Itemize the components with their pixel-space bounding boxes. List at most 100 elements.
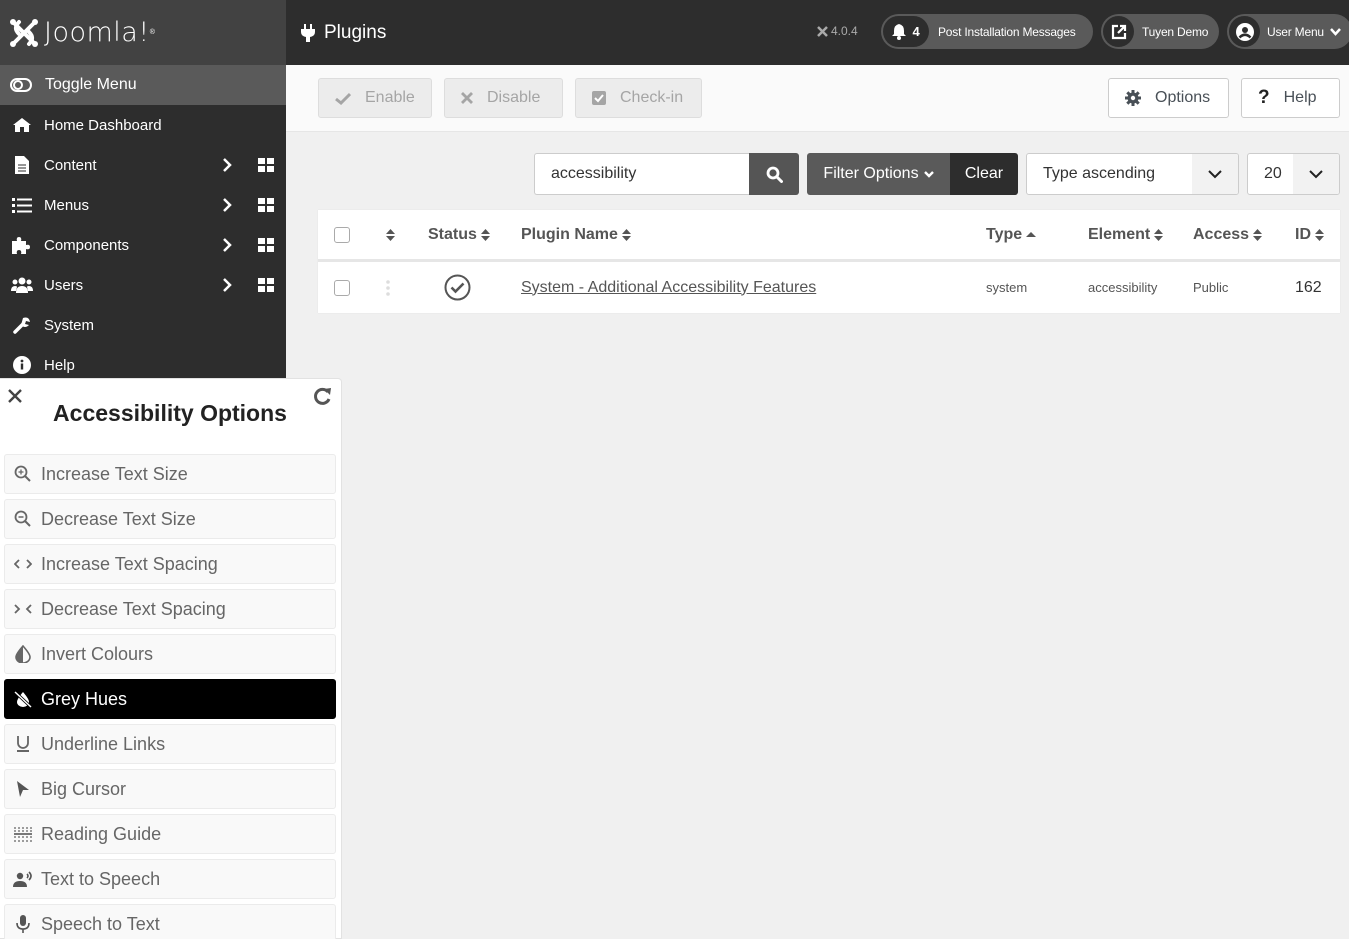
item-label: Big Cursor [41,778,127,799]
disable-button[interactable]: Disable [444,78,563,118]
grey-hues-button[interactable]: Grey Hues [4,679,336,719]
microphone-icon [5,915,41,933]
ellipsis-vertical-icon [386,279,390,296]
item-label: Increase Text Spacing [41,553,218,574]
toolbar: Enable Disable Check-in Options ? Help [286,65,1349,132]
column-label: Element [1088,225,1151,243]
text-to-speech-button[interactable]: Text to Speech [4,859,336,899]
enable-button[interactable]: Enable [318,78,432,118]
sidebar-item-label: System [44,316,95,334]
sidebar-item-users[interactable]: Users [0,265,286,305]
invert-colours-button[interactable]: Invert Colours [4,634,336,674]
plugin-name-link[interactable]: System - Additional Accessibility Featur… [521,279,816,297]
page-title: Plugins [301,22,386,44]
dashboard-grid-icon[interactable] [258,158,274,176]
select-all-checkbox[interactable] [334,226,350,243]
external-link-icon [1111,24,1126,39]
joomla-logo-icon [10,18,38,47]
item-label: Underline Links [41,733,166,754]
column-type[interactable]: Type [986,210,1037,259]
filter-options-label: Filter Options [823,165,919,182]
spacing-increase-icon [5,559,41,569]
chevron-down-icon [1329,27,1341,36]
column-element[interactable]: Element [1088,210,1164,259]
drag-handle[interactable] [386,262,390,313]
id-cell: 162 [1295,278,1322,296]
select-all-cell [334,210,350,259]
column-label: Type [986,225,1023,243]
invert-icon [5,645,41,663]
item-label: Increase Text Size [41,463,188,484]
limit-value: 20 [1264,165,1282,182]
sidebar-item-content[interactable]: Content [0,145,286,185]
zoom-out-icon [5,510,41,528]
brand-name: Joomla! [44,17,150,48]
sidebar-item-system[interactable]: System [0,305,286,345]
post-installation-messages-button[interactable]: 4 Post Installation Messages [881,14,1093,49]
sort-icon [480,228,490,241]
speech-to-text-button[interactable]: Speech to Text [4,904,336,939]
dashboard-grid-icon[interactable] [258,198,274,216]
column-label: Plugin Name [521,225,618,243]
increase-text-size-button[interactable]: Increase Text Size [4,454,336,494]
clear-button[interactable]: Clear [950,153,1018,195]
column-status[interactable]: Status [428,210,490,259]
column-plugin-name[interactable]: Plugin Name [521,210,631,259]
chevron-right-icon[interactable] [222,237,232,257]
check-icon [335,92,351,105]
sidebar-item-label: Help [44,356,75,374]
column-id[interactable]: ID [1295,210,1324,259]
item-label: Reading Guide [41,823,162,844]
reading-guide-button[interactable]: Reading Guide [4,814,336,854]
options-label: Options [1155,89,1211,106]
page-title-text: Plugins [324,21,387,43]
ordering-select[interactable]: Type ascending [1026,153,1239,195]
underline-links-button[interactable]: Underline Links [4,724,336,764]
decrease-text-size-button[interactable]: Decrease Text Size [4,499,336,539]
plugins-table: Status Plugin Name Type Element Access I… [318,210,1340,313]
check-square-icon [592,91,606,105]
search-input[interactable] [534,153,750,195]
toggle-icon [10,78,34,92]
access-cell: Public [1193,280,1229,295]
joomla-logo[interactable]: Joomla! ® [0,0,286,65]
gear-icon [1125,90,1141,106]
options-button[interactable]: Options [1108,78,1229,118]
chevron-right-icon[interactable] [222,277,232,297]
dashboard-grid-icon[interactable] [258,238,274,256]
chevron-down-icon [1293,154,1339,194]
sidebar-item-menus[interactable]: Menus [0,185,286,225]
chevron-right-icon[interactable] [222,197,232,217]
status-toggle[interactable] [444,262,471,313]
filter-options-button[interactable]: Filter Options [807,153,950,195]
column-access[interactable]: Access [1193,210,1263,259]
column-label: Status [428,225,477,243]
checkin-button[interactable]: Check-in [575,78,702,118]
item-label: Text to Speech [41,868,161,889]
ordering-value: Type ascending [1043,165,1156,182]
sidebar-item-home-dashboard[interactable]: Home Dashboard [0,105,286,145]
row-checkbox[interactable] [334,279,350,296]
decrease-text-spacing-button[interactable]: Decrease Text Spacing [4,589,336,629]
sort-icon [621,228,631,241]
increase-text-spacing-button[interactable]: Increase Text Spacing [4,544,336,584]
dashboard-grid-icon[interactable] [258,278,274,296]
chevron-right-icon[interactable] [222,157,232,177]
big-cursor-button[interactable]: Big Cursor [4,769,336,809]
table-row: System - Additional Accessibility Featur… [318,262,1340,313]
toggle-menu-button[interactable]: Toggle Menu [0,65,286,105]
grey-hues-icon [5,690,41,708]
chevron-down-icon [1192,154,1238,194]
item-label: Grey Hues [41,688,128,709]
help-button[interactable]: ? Help [1241,78,1340,118]
question-icon: ? [1258,87,1270,108]
ordering-sort[interactable] [386,210,395,259]
search-button[interactable] [749,153,799,195]
user-menu-button[interactable]: User Menu [1227,14,1349,49]
limit-select[interactable]: 20 [1247,153,1340,195]
sidebar-item-components[interactable]: Components [0,225,286,265]
disable-label: Disable [487,89,541,106]
puzzle-icon [10,236,34,254]
row-select-cell [334,262,350,313]
view-site-button[interactable]: Tuyen Demo [1101,14,1219,49]
